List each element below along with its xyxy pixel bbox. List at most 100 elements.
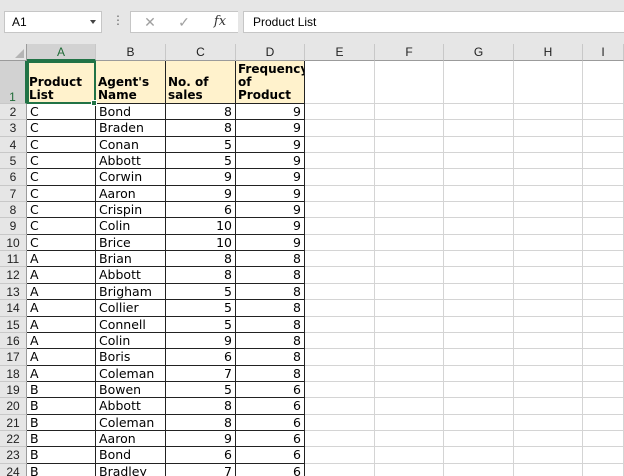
- cell-empty[interactable]: [514, 464, 583, 476]
- cell-empty[interactable]: [583, 104, 624, 120]
- cell-empty[interactable]: [514, 186, 583, 202]
- cell-empty[interactable]: [305, 235, 375, 251]
- cell-product[interactable]: B: [27, 464, 96, 476]
- row-header-3[interactable]: 3: [0, 120, 27, 137]
- cell-agent[interactable]: Bond: [96, 104, 166, 120]
- row-header-10[interactable]: 10: [0, 235, 27, 251]
- cell-frequency[interactable]: 9: [236, 153, 305, 169]
- cell-empty[interactable]: [583, 137, 624, 153]
- cell-sales[interactable]: 5: [166, 153, 236, 169]
- cell-sales[interactable]: 5: [166, 382, 236, 398]
- cell-empty[interactable]: [444, 202, 514, 218]
- row-header-5[interactable]: 5: [0, 153, 27, 169]
- cell-sales[interactable]: 9: [166, 431, 236, 447]
- cell-empty[interactable]: [444, 235, 514, 251]
- cell-empty[interactable]: [305, 382, 375, 398]
- cell-empty[interactable]: [583, 120, 624, 137]
- cell-empty[interactable]: [444, 218, 514, 235]
- cell-empty[interactable]: [583, 186, 624, 202]
- cell-empty[interactable]: [305, 137, 375, 153]
- cell-empty[interactable]: [375, 104, 444, 120]
- cell-empty[interactable]: [444, 186, 514, 202]
- cell-empty[interactable]: [514, 284, 583, 300]
- cell-sales[interactable]: 7: [166, 464, 236, 476]
- cell-empty[interactable]: [444, 464, 514, 476]
- cell-sales[interactable]: 8: [166, 120, 236, 137]
- cell-agent[interactable]: Brian: [96, 251, 166, 267]
- cell-agent[interactable]: Coleman: [96, 366, 166, 382]
- cell-empty[interactable]: [514, 104, 583, 120]
- cell-sales[interactable]: 7: [166, 366, 236, 382]
- cell-empty[interactable]: [514, 447, 583, 464]
- cell-empty[interactable]: [583, 267, 624, 284]
- cell-empty[interactable]: [514, 349, 583, 366]
- cell-empty[interactable]: [583, 284, 624, 300]
- row-header-7[interactable]: 7: [0, 186, 27, 202]
- cell-empty[interactable]: [444, 333, 514, 349]
- cell-empty[interactable]: [375, 300, 444, 317]
- cell-frequency[interactable]: 9: [236, 202, 305, 218]
- cell-empty[interactable]: [583, 382, 624, 398]
- cell-empty[interactable]: [514, 169, 583, 186]
- cell-empty[interactable]: [305, 104, 375, 120]
- cell-agent[interactable]: Braden: [96, 120, 166, 137]
- cell-sales[interactable]: 5: [166, 317, 236, 333]
- cell-frequency[interactable]: 9: [236, 120, 305, 137]
- cell-empty[interactable]: [305, 464, 375, 476]
- chevron-down-icon[interactable]: [90, 20, 96, 24]
- cell-empty[interactable]: [375, 447, 444, 464]
- cell-empty[interactable]: [444, 398, 514, 415]
- cell-product-list-header[interactable]: Product List: [27, 61, 96, 104]
- cell-product[interactable]: B: [27, 382, 96, 398]
- cell-agent[interactable]: Abbott: [96, 267, 166, 284]
- cell-product[interactable]: A: [27, 267, 96, 284]
- cell-frequency[interactable]: 6: [236, 447, 305, 464]
- cell-empty[interactable]: [375, 202, 444, 218]
- cell-sales[interactable]: 5: [166, 137, 236, 153]
- cell-empty[interactable]: [375, 333, 444, 349]
- cell-empty[interactable]: [375, 186, 444, 202]
- more-options-icon[interactable]: ⋮: [112, 13, 124, 27]
- cell-empty[interactable]: [444, 61, 514, 104]
- cell-empty[interactable]: [583, 464, 624, 476]
- cell-sales[interactable]: 6: [166, 447, 236, 464]
- cell-empty[interactable]: [305, 317, 375, 333]
- cell-sales[interactable]: 6: [166, 202, 236, 218]
- cell-frequency[interactable]: 9: [236, 169, 305, 186]
- cell-empty[interactable]: [375, 235, 444, 251]
- cell-agent[interactable]: Colin: [96, 218, 166, 235]
- cell-empty[interactable]: [583, 447, 624, 464]
- select-all-button[interactable]: [0, 44, 27, 61]
- cell-empty[interactable]: [305, 153, 375, 169]
- cell-empty[interactable]: [375, 169, 444, 186]
- cell-empty[interactable]: [583, 415, 624, 431]
- cell-product[interactable]: B: [27, 431, 96, 447]
- column-header-c[interactable]: C: [166, 44, 236, 61]
- cell-agent[interactable]: Collier: [96, 300, 166, 317]
- cell-empty[interactable]: [444, 415, 514, 431]
- cell-frequency-header[interactable]: Frequency of Product: [236, 61, 305, 104]
- cell-product[interactable]: C: [27, 218, 96, 235]
- cell-sales[interactable]: 8: [166, 267, 236, 284]
- row-header-1[interactable]: 1: [0, 61, 27, 104]
- cell-empty[interactable]: [514, 415, 583, 431]
- cell-empty[interactable]: [305, 169, 375, 186]
- cell-product[interactable]: C: [27, 137, 96, 153]
- cell-product[interactable]: C: [27, 153, 96, 169]
- cell-sales[interactable]: 8: [166, 251, 236, 267]
- cell-empty[interactable]: [444, 169, 514, 186]
- cell-agent[interactable]: Aaron: [96, 431, 166, 447]
- row-header-13[interactable]: 13: [0, 284, 27, 300]
- column-header-d[interactable]: D: [236, 44, 305, 61]
- column-header-h[interactable]: H: [514, 44, 583, 61]
- cell-empty[interactable]: [375, 317, 444, 333]
- row-header-22[interactable]: 22: [0, 431, 27, 447]
- cell-empty[interactable]: [444, 153, 514, 169]
- cell-empty[interactable]: [375, 120, 444, 137]
- row-header-4[interactable]: 4: [0, 137, 27, 153]
- cell-empty[interactable]: [444, 447, 514, 464]
- cell-sales[interactable]: 5: [166, 284, 236, 300]
- cell-empty[interactable]: [305, 251, 375, 267]
- cell-empty[interactable]: [514, 333, 583, 349]
- cell-empty[interactable]: [305, 284, 375, 300]
